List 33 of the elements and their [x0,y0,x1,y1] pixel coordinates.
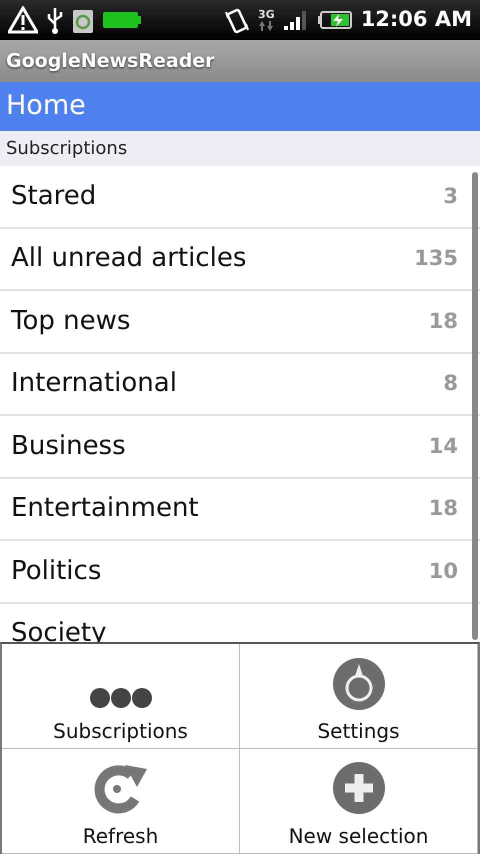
unread-count: 18 [428,495,458,522]
unread-count: 135 [414,245,458,272]
unread-count: 14 [428,432,458,460]
subscription-name: Entertainment [11,492,199,526]
add-icon [332,761,386,815]
more-icon [88,686,152,710]
unread-count: 3 [443,182,458,210]
clock: 12:06 AM [360,6,472,34]
network-label: 3G [258,8,275,20]
menu-item[interactable]: Refresh [2,749,240,854]
app-title: GoogleNewsReader [0,40,480,82]
battery-full-icon [102,11,142,29]
menu-item[interactable]: New selection [240,749,478,854]
settings-icon [332,656,386,710]
subscription-name: Top news [11,304,130,338]
battery-charging-icon [316,10,353,30]
vibrate-icon [224,6,250,34]
subscription-name: International [11,367,177,400]
menu-item[interactable]: Subscriptions [2,644,240,749]
screen-title: Home [0,82,480,131]
subscription-name: Business [11,430,126,463]
subscription-name: All unread articles [11,242,246,276]
usb-icon [46,6,64,34]
unread-count: 8 [443,370,458,397]
subscription-name: Politics [11,554,102,588]
unread-count: 18 [428,308,458,334]
signal-icon [282,9,309,31]
section-header: Subscriptions [0,131,480,166]
warning-icon [8,6,38,34]
data-arrows-icon [258,20,274,32]
menu-item[interactable]: Settings [240,644,478,749]
unread-count: 10 [428,558,458,584]
subscription-name: Stared [11,180,96,213]
